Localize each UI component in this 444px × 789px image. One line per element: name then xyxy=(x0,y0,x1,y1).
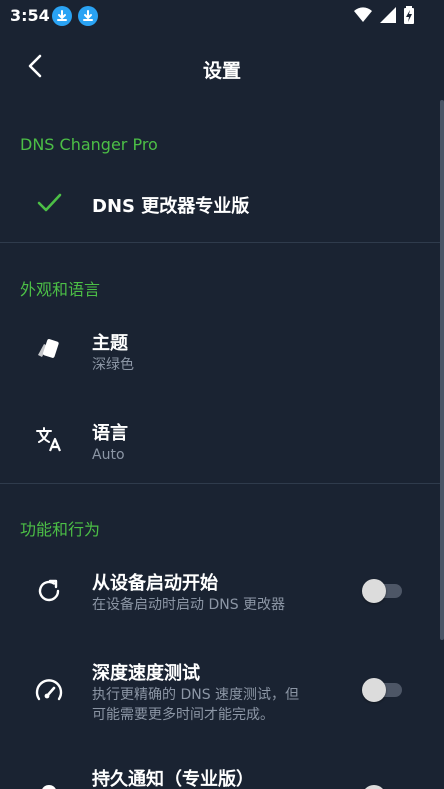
theme-item[interactable]: 主题 深绿色 xyxy=(0,320,440,390)
check-icon xyxy=(36,190,66,220)
boot-start-toggle[interactable] xyxy=(362,578,402,603)
theme-palette-icon xyxy=(34,334,64,364)
download-notification-icon xyxy=(52,6,72,26)
deep-speed-test-title: 深度速度测试 xyxy=(92,663,200,684)
status-bar: 3:54 xyxy=(0,0,444,30)
deep-speed-test-item[interactable]: 深度速度测试 执行更精确的 DNS 速度测试，但 可能需要更多时间才能完成。 xyxy=(0,650,440,730)
pro-version-item[interactable]: DNS 更改器专业版 xyxy=(0,180,440,230)
restart-icon xyxy=(34,576,64,606)
signal-icon xyxy=(380,7,396,27)
notification-bell-icon xyxy=(34,782,64,789)
battery-charging-icon xyxy=(404,6,414,28)
section-header-behavior: 功能和行为 xyxy=(20,520,101,539)
deep-speed-test-toggle[interactable] xyxy=(362,677,402,702)
language-item[interactable]: 语言 Auto xyxy=(0,410,440,480)
boot-start-title: 从设备启动开始 xyxy=(92,573,218,594)
section-divider xyxy=(0,242,440,243)
section-divider xyxy=(0,483,440,484)
app-bar: 设置 xyxy=(0,40,444,96)
deep-speed-test-description-line2: 可能需要更多时间才能完成。 xyxy=(92,707,274,723)
persistent-notification-toggle[interactable] xyxy=(362,784,402,789)
persistent-notification-title: 持久通知（专业版） xyxy=(92,769,254,789)
section-header-appearance: 外观和语言 xyxy=(20,280,101,299)
page-title: 设置 xyxy=(202,60,241,82)
language-value: Auto xyxy=(92,447,125,463)
theme-title: 主题 xyxy=(92,333,128,354)
language-title: 语言 xyxy=(92,423,128,444)
status-time: 3:54 xyxy=(10,6,50,25)
theme-value: 深绿色 xyxy=(92,357,134,373)
deep-speed-test-description-line1: 执行更精确的 DNS 速度测试，但 xyxy=(92,687,300,703)
section-header-pro: DNS Changer Pro xyxy=(20,135,158,154)
pro-version-label: DNS 更改器专业版 xyxy=(92,196,250,217)
boot-start-item[interactable]: 从设备启动开始 在设备启动时启动 DNS 更改器 xyxy=(0,560,440,630)
wifi-icon xyxy=(354,7,372,27)
boot-start-description: 在设备启动时启动 DNS 更改器 xyxy=(92,597,286,613)
translate-icon xyxy=(34,424,64,454)
persistent-notification-item[interactable]: 持久通知（专业版） xyxy=(0,756,440,789)
scrollbar[interactable] xyxy=(440,100,444,640)
download-notification-icon xyxy=(78,6,98,26)
speedometer-icon xyxy=(34,675,64,705)
